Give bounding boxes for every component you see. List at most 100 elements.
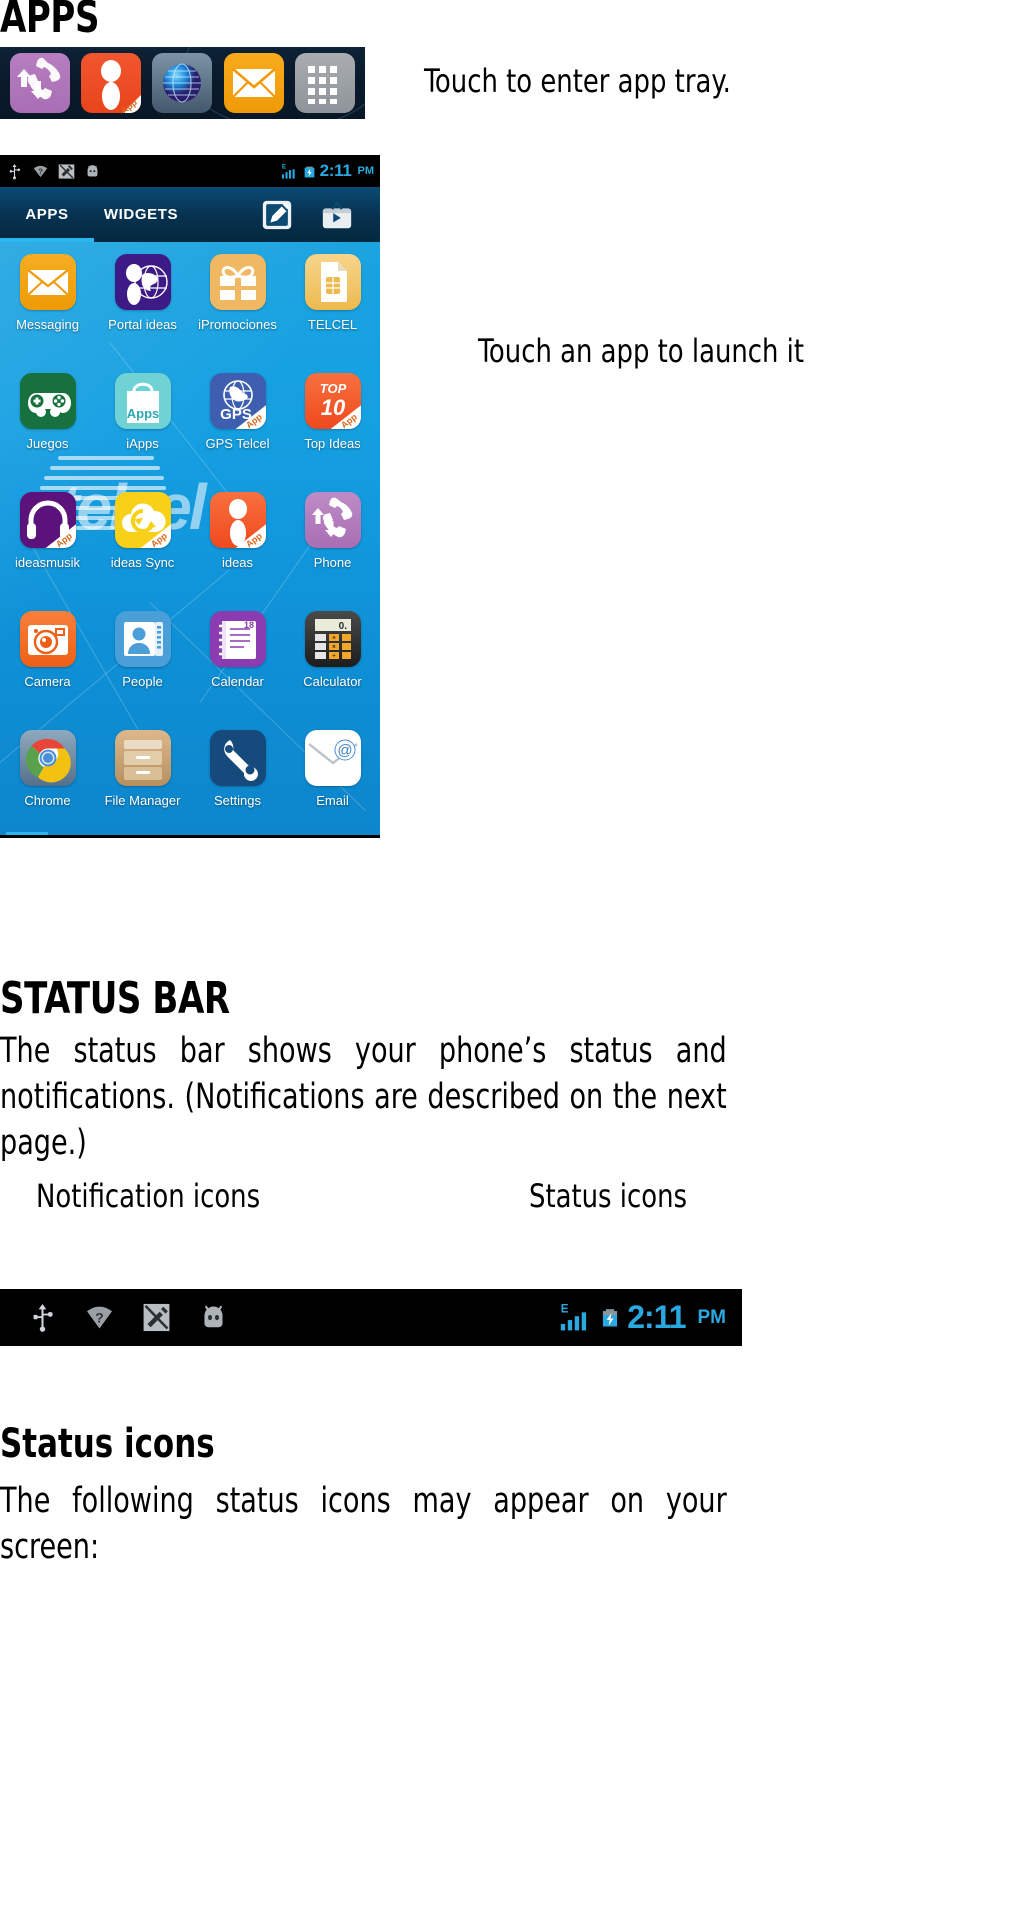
app-item-ipromociones[interactable]: iPromociones <box>190 254 285 373</box>
camera-app-icon <box>19 611 76 667</box>
globe-people-icon <box>125 264 168 305</box>
tab-widgets[interactable]: WIDGETS <box>94 206 188 223</box>
svg-text:×: × <box>332 645 336 651</box>
globe-icon <box>163 63 202 103</box>
status-bar-figure: ? E 2:11 PM <box>0 1289 742 1346</box>
people-app-icon <box>114 611 171 667</box>
android-robot-icon <box>204 1305 223 1328</box>
app-label: Phone <box>313 555 352 570</box>
status-icons-group: E 2:11 PM <box>279 161 374 181</box>
app-item-settings[interactable]: Settings <box>190 730 285 835</box>
svg-text:@: @ <box>337 742 352 759</box>
home-dock-figure: App <box>0 47 365 119</box>
vibrate-off-icon <box>58 163 75 179</box>
email-at-icon: @ <box>307 739 358 774</box>
chrome-app-icon <box>19 730 76 786</box>
play-store-icon[interactable] <box>320 198 354 232</box>
app-label: ideas Sync <box>110 555 175 570</box>
app-item-gps-telcel[interactable]: GPS App GPS Telcel <box>190 373 285 492</box>
app-item-people[interactable]: People <box>95 611 190 730</box>
calculator-icon: 0. + × ÷ <box>314 619 351 660</box>
app-item-portal-ideas[interactable]: Portal ideas <box>95 254 190 373</box>
email-app-icon: @ <box>304 730 361 786</box>
status-bar-ampm: PM <box>697 1306 727 1328</box>
app-item-calculator[interactable]: 0. + × ÷ Calculator <box>285 611 380 730</box>
svg-text:TOP: TOP <box>319 381 346 396</box>
manual-page: APPS App Touch to enter app tray. Touch … <box>0 0 1034 1913</box>
app-item-ideasmusik[interactable]: App ideasmusik <box>0 492 95 611</box>
app-label: GPS Telcel <box>205 436 270 451</box>
status-icons-paragraph: The following status icons may appear on… <box>0 1481 727 1568</box>
messaging-app-icon <box>19 254 76 310</box>
ideas-person-icon: App <box>101 60 142 113</box>
grid-dots-icon <box>308 66 338 104</box>
notification-icons-group: ? <box>0 1302 229 1333</box>
app-label: Chrome <box>24 793 71 808</box>
app-item-messaging[interactable]: Messaging <box>0 254 95 373</box>
phone-screenshot-figure: ? E 2:11 PM APPS WIDGETS Messaging Porta… <box>0 155 380 838</box>
ideas-sync-app-icon: App <box>114 492 171 548</box>
chrome-icon <box>25 738 71 783</box>
svg-text:18: 18 <box>243 620 253 630</box>
calculator-app-icon: 0. + × ÷ <box>304 611 361 667</box>
label-status-icons: Status icons <box>529 1177 688 1215</box>
page-title: APPS <box>0 0 100 43</box>
app-label: ideasmusik <box>14 555 81 570</box>
app-label: Calculator <box>303 674 362 689</box>
status-bar-ampm: PM <box>357 165 375 177</box>
battery-charging-icon <box>304 166 314 177</box>
calendar-icon: 18 <box>218 620 256 659</box>
app-label: Portal ideas <box>108 317 177 332</box>
portal-ideas-app-icon <box>114 254 171 310</box>
app-item-camera[interactable]: Camera <box>0 611 95 730</box>
ideasmusik-app-icon: App <box>19 492 76 548</box>
label-notification-icons: Notification icons <box>36 1177 261 1215</box>
app-item-file-manager[interactable]: File Manager <box>95 730 190 835</box>
tab-apps[interactable]: APPS <box>0 206 94 223</box>
file-drawer-icon <box>123 740 162 780</box>
app-label: Messaging <box>16 317 79 332</box>
dock-email-icon[interactable] <box>223 53 284 113</box>
app-item-top-ideas[interactable]: TOP 10 App Top Ideas <box>285 373 380 492</box>
app-item-calendar[interactable]: 18 Calendar <box>190 611 285 730</box>
dock-app-tray-icon[interactable] <box>295 53 356 113</box>
app-item-telcel[interactable]: TELCEL <box>285 254 380 373</box>
app-item-chrome[interactable]: Chrome <box>0 730 95 835</box>
android-robot-icon <box>87 164 98 176</box>
usb-icon <box>33 1303 53 1332</box>
calendar-app-icon: 18 <box>209 611 266 667</box>
app-item-email[interactable]: @ Email <box>285 730 380 835</box>
app-row: Juegos Apps iApps GPS App GPS Telcel TOP… <box>0 373 380 492</box>
app-label: ideas <box>221 555 254 570</box>
svg-text:?: ? <box>38 167 43 176</box>
wifi-question-icon: ? <box>86 1306 113 1329</box>
svg-text:10: 10 <box>320 395 345 420</box>
svg-text:Apps: Apps <box>126 406 159 421</box>
app-row: Chrome File Manager Settings @ Email <box>0 730 380 835</box>
camera-icon <box>27 625 68 655</box>
app-item-ideas-sync[interactable]: App ideas Sync <box>95 492 190 611</box>
app-row: App ideasmusik App ideas Sync App ideas … <box>0 492 380 611</box>
dock-ideas-icon[interactable]: App <box>81 53 142 113</box>
dock-browser-icon[interactable] <box>152 53 213 113</box>
usb-icon <box>9 163 21 179</box>
gift-icon <box>219 266 256 300</box>
status-bar-time: 2:11 <box>319 161 352 180</box>
iapps-app-icon: Apps <box>114 373 171 429</box>
edit-icon[interactable] <box>260 198 294 232</box>
app-label: People <box>122 674 163 689</box>
svg-text:?: ? <box>95 1311 104 1327</box>
gps-telcel-app-icon: GPS App <box>209 373 266 429</box>
dock-phone-icon[interactable] <box>9 53 70 113</box>
app-label: File Manager <box>104 793 181 808</box>
app-item-ideas[interactable]: App ideas <box>190 492 285 611</box>
app-label: Settings <box>214 793 261 808</box>
gamepad-icon <box>27 393 71 417</box>
app-item-iapps[interactable]: Apps iApps <box>95 373 190 492</box>
app-item-phone[interactable]: Phone <box>285 492 380 611</box>
app-row: Messaging Portal ideas iPromociones TELC… <box>0 254 380 373</box>
app-item-juegos[interactable]: Juegos <box>0 373 95 492</box>
envelope-icon <box>232 68 276 98</box>
callout-enter-app-tray: Touch to enter app tray. <box>424 62 731 100</box>
app-label: iPromociones <box>198 317 277 332</box>
